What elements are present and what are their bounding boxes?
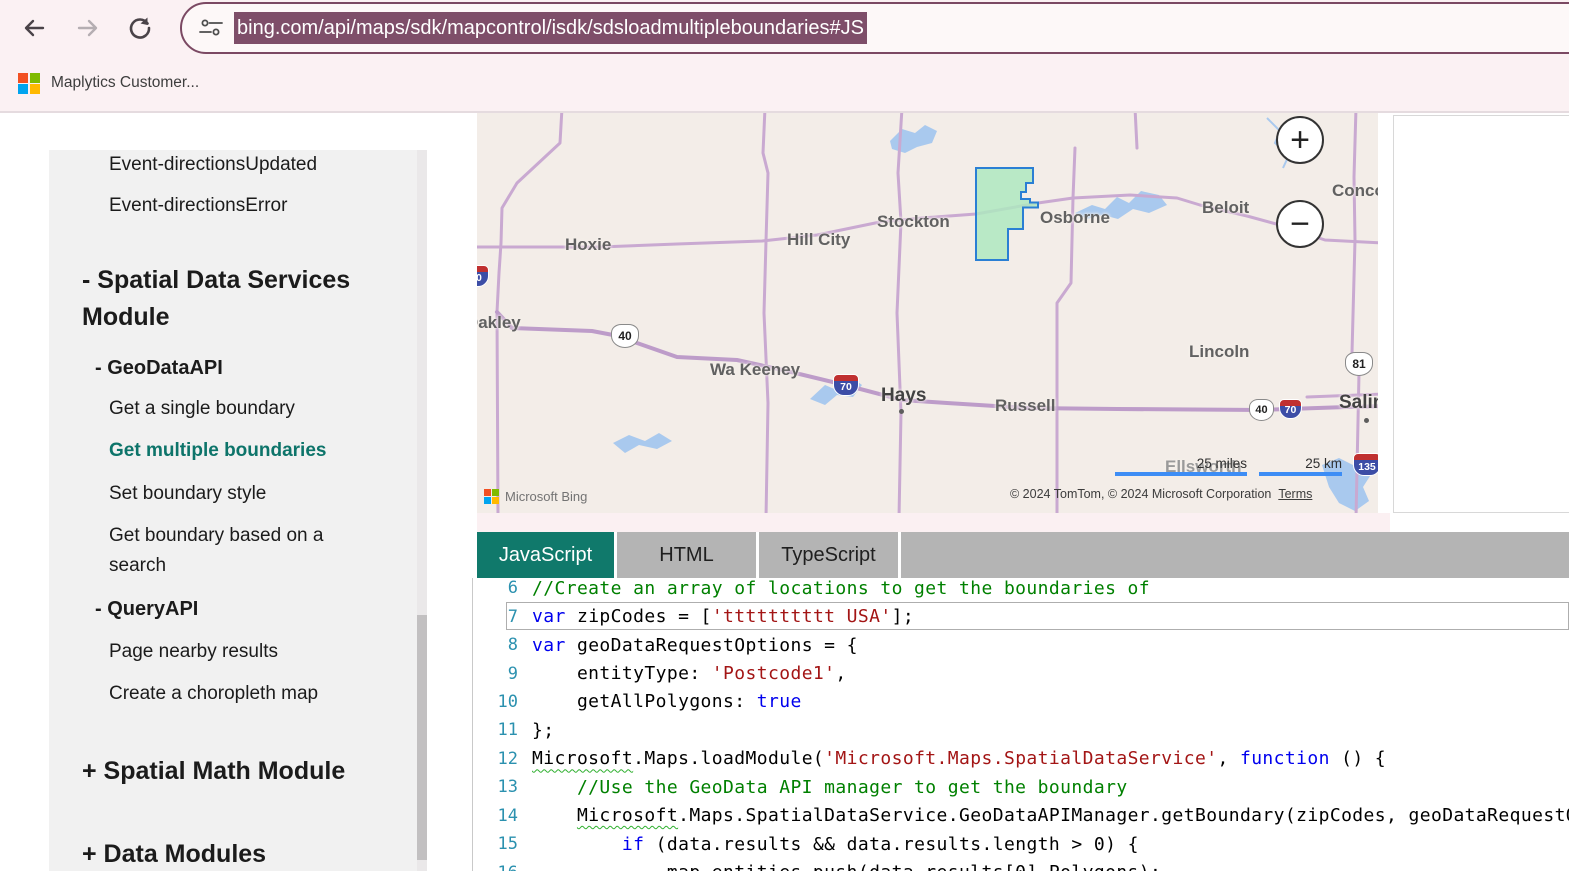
map-attribution: © 2024 TomTom, © 2024 Microsoft Corporat…: [1010, 487, 1312, 501]
sidebar-item-get-boundary-search[interactable]: Get boundary based on a search: [109, 521, 364, 581]
line-number: 14: [497, 805, 518, 826]
code-line-14[interactable]: 14 Microsoft.Maps.SpatialDataService.Geo…: [472, 802, 1569, 830]
sidebar-subheading-queryapi[interactable]: - QueryAPI: [95, 594, 198, 624]
tab-html[interactable]: HTML: [617, 532, 759, 578]
sidebar-item-get-single-boundary[interactable]: Get a single boundary: [109, 394, 295, 424]
zip-boundary-polygon[interactable]: [975, 167, 1039, 261]
line-number: 9: [507, 663, 518, 684]
interstate-70-shield-east: 70: [1279, 399, 1302, 419]
site-settings-icon[interactable]: [198, 17, 224, 39]
sidebar-heading-spatial-data-services[interactable]: - Spatial Data Services Module: [82, 262, 392, 336]
map-label-salina: Salina: [1339, 392, 1378, 413]
interstate-135-shield: 135: [1353, 453, 1378, 476]
us-route-40-shield-east: 40: [1249, 399, 1274, 421]
sidebar-subheading-geodataapi[interactable]: - GeoDataAPI: [95, 353, 223, 383]
refresh-button[interactable]: [122, 10, 158, 46]
map-zoom-out-button[interactable]: −: [1276, 200, 1324, 248]
map-label-wakeeney: Wa Keeney: [710, 360, 801, 379]
microsoft-favicon: [18, 72, 40, 94]
roads: [477, 113, 1378, 513]
sdk-sidebar: Event-directionsUpdated Event-directions…: [49, 150, 427, 871]
code-line-9[interactable]: 9 entityType: 'Postcode1',: [472, 659, 1569, 687]
scale-miles-bar: [1115, 472, 1247, 476]
sidebar-item-page-nearby-results[interactable]: Page nearby results: [109, 637, 278, 667]
browser-chrome: bing.com/api/maps/sdk/mapcontrol/isdk/sd…: [0, 0, 1569, 113]
copyright-text: © 2024 TomTom, © 2024 Microsoft Corporat…: [1010, 487, 1272, 501]
side-description-panel: [1393, 115, 1569, 513]
bing-map[interactable]: Hoxie Hill City Stockton Osborne Beloit …: [477, 113, 1378, 513]
map-canvas: [477, 113, 1378, 513]
line-number: 11: [497, 720, 518, 741]
sidebar-heading-data-modules[interactable]: + Data Modules: [82, 836, 392, 871]
back-arrow-icon: [24, 19, 45, 37]
terms-link[interactable]: Terms: [1278, 487, 1312, 501]
line-number: 12: [497, 748, 518, 769]
code-line-6[interactable]: 6//Create an array of locations to get t…: [472, 574, 1569, 602]
url-selected-text[interactable]: bing.com/api/maps/sdk/mapcontrol/isdk/sd…: [234, 11, 867, 44]
map-label-beloit: Beloit: [1202, 198, 1250, 217]
line-number: 6: [507, 578, 518, 599]
code-line-16[interactable]: 16 map.entities.push(data.results[0].Pol…: [472, 858, 1569, 871]
salina-town-dot: [1364, 418, 1369, 423]
code-line-15[interactable]: 15 if (data.results && data.results.leng…: [472, 830, 1569, 858]
code-line-11[interactable]: 11};: [472, 716, 1569, 744]
us-route-81-shield: 81: [1345, 352, 1373, 376]
bookmarks-bar: Maplytics Customer...: [0, 60, 1569, 106]
sidebar-item-create-choropleth[interactable]: Create a choropleth map: [109, 679, 318, 709]
sidebar-heading-spatial-math[interactable]: + Spatial Math Module: [82, 753, 392, 790]
microsoft-bing-logo: Microsoft Bing: [484, 489, 587, 504]
map-label-osborne: Osborne: [1040, 208, 1110, 227]
map-label-oakley: Oakley: [477, 313, 521, 332]
back-button[interactable]: [16, 10, 52, 46]
code-line-8[interactable]: 8 var geoDataRequestOptions = {: [472, 631, 1569, 659]
tab-typescript[interactable]: TypeScript: [759, 532, 901, 578]
map-label-hoxie: Hoxie: [565, 235, 612, 254]
map-label-stockton: Stockton: [877, 212, 950, 231]
bing-logo-text: Microsoft Bing: [505, 489, 588, 504]
line-number: 10: [497, 691, 518, 712]
hays-town-dot: [899, 409, 904, 414]
url-text[interactable]: bing.com/api/maps/sdk/mapcontrol/isdk/sd…: [234, 11, 867, 44]
sidebar-item-set-boundary-style[interactable]: Set boundary style: [109, 479, 266, 509]
map-label-russell: Russell: [995, 396, 1056, 415]
map-label-hill-city: Hill City: [787, 230, 851, 249]
tab-javascript[interactable]: JavaScript: [477, 532, 617, 578]
line-number: 13: [497, 777, 518, 798]
interstate-70-shield: 70: [833, 374, 859, 396]
bookmark-maplytics[interactable]: Maplytics Customer...: [51, 74, 199, 92]
scale-miles-label: 25 miles: [1196, 456, 1247, 471]
line-number: 8: [507, 635, 518, 656]
map-label-lincoln: Lincoln: [1189, 342, 1250, 361]
url-bar[interactable]: bing.com/api/maps/sdk/mapcontrol/isdk/sd…: [180, 2, 1569, 54]
sidebar-item-event-directions-updated[interactable]: Event-directionsUpdated: [109, 150, 317, 180]
code-tab-bar: JavaScript HTML TypeScript: [477, 532, 1569, 578]
microsoft-logo-icon: [484, 489, 499, 504]
forward-button[interactable]: [70, 10, 106, 46]
map-code-gap: [477, 513, 1390, 532]
forward-arrow-icon: [77, 19, 98, 37]
browser-window: bing.com/api/maps/sdk/mapcontrol/isdk/sd…: [0, 0, 1569, 871]
line-number: 15: [497, 834, 518, 855]
scale-km-label: 25 km: [1305, 456, 1342, 471]
sidebar-item-event-directions-error[interactable]: Event-directionsError: [109, 191, 287, 221]
line-number: 7: [507, 606, 518, 627]
map-label-hays: Hays: [881, 385, 927, 406]
map-zoom-in-button[interactable]: +: [1276, 116, 1324, 164]
refresh-icon: [129, 17, 151, 39]
code-line-10[interactable]: 10 getAllPolygons: true: [472, 688, 1569, 716]
sidebar-scrollbar-thumb[interactable]: [417, 615, 427, 860]
sidebar-scrollbar-track[interactable]: [417, 150, 427, 871]
code-line-13[interactable]: 13 //Use the GeoData API manager to get …: [472, 773, 1569, 801]
code-line-7[interactable]: 7 var zipCodes = ['tttttttttt USA'];: [472, 602, 1569, 630]
scale-km-bar: [1259, 472, 1342, 476]
us-route-40-shield: 40: [611, 324, 639, 348]
map-label-concordia: Concordia: [1332, 181, 1378, 200]
line-number: 16: [472, 863, 532, 871]
code-line-12[interactable]: 12 Microsoft.Maps.loadModule('Microsoft.M…: [472, 745, 1569, 773]
sidebar-item-get-multiple-boundaries[interactable]: Get multiple boundaries: [109, 436, 326, 466]
code-lines[interactable]: 6//Create an array of locations to get t…: [472, 574, 1569, 871]
